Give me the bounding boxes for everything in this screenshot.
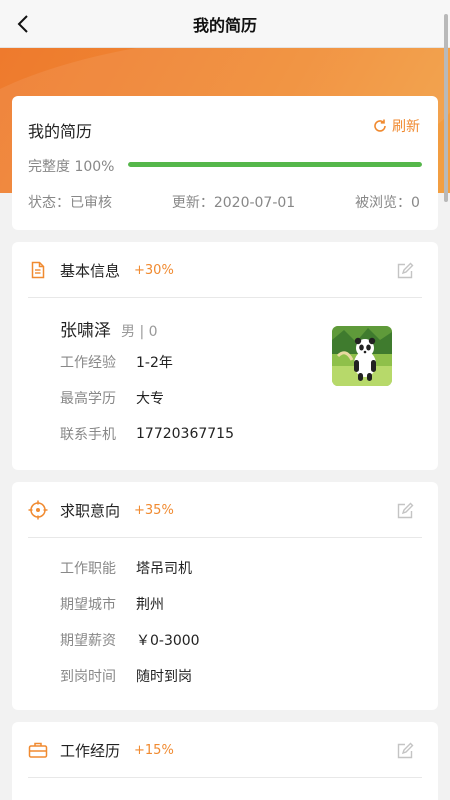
chevron-left-icon [17,15,28,33]
briefcase-icon [28,740,48,760]
field-value: 1-2年 [136,355,173,371]
field-row: 到岗时间 随时到岗 [60,666,192,686]
field-label: 工作经验 [60,355,116,371]
job-intent-card: 求职意向 +35% 工作职能 塔吊司机 期望城市 荆州 期望薪资 ￥0-3000… [12,482,438,710]
basic-info-title: 基本信息 [60,261,121,280]
candidate-name: 张啸泽 [60,321,111,341]
field-label: 最高学历 [60,391,116,407]
document-icon [28,260,48,280]
updated-text: 更新：2020-07-01 [171,195,296,211]
field-value: 大专 [136,391,164,407]
refresh-button[interactable]: 刷新 [372,116,420,136]
work-experience-title: 工作经历 [60,741,121,760]
field-value: 随时到岗 [136,669,192,685]
work-experience-card: 工作经历 +15% [12,722,438,800]
field-value: 17720367715 [136,426,234,442]
candidate-gender-age: 男 | 0 [121,324,158,340]
edit-icon[interactable] [396,742,414,760]
field-value: ￥0-3000 [136,633,200,649]
field-row: 工作职能 塔吊司机 [60,558,192,578]
edit-icon[interactable] [396,502,414,520]
views-text: 被浏览：0 [355,195,420,211]
field-value: 荆州 [136,597,164,613]
scrollbar[interactable] [444,14,448,202]
avatar[interactable] [332,326,392,386]
job-intent-header: 求职意向 +35% [12,482,438,538]
completeness-progress-bar [128,162,422,167]
back-button[interactable] [10,10,38,38]
field-label: 到岗时间 [60,669,116,685]
completeness-label: 完整度 100% [28,159,115,175]
work-experience-header: 工作经历 +15% [12,722,438,778]
summary-stats: 状态：已审核 更新：2020-07-01 被浏览：0 [28,192,420,212]
field-label: 工作职能 [60,561,116,577]
target-icon [28,500,48,520]
refresh-label: 刷新 [392,119,420,135]
field-row: 工作经验 1-2年 [60,352,173,372]
field-label: 期望城市 [60,597,116,613]
section-divider [28,297,422,298]
work-experience-percent: +15% [134,742,174,758]
field-value: 塔吊司机 [136,561,192,577]
job-intent-percent: +35% [134,502,174,518]
basic-info-header: 基本信息 +30% [12,242,438,298]
section-divider [28,777,422,778]
section-divider [28,537,422,538]
field-label: 联系手机 [60,427,116,443]
field-row: 最高学历 大专 [60,388,164,408]
refresh-icon [374,119,386,132]
basic-info-percent: +30% [134,262,174,278]
candidate-name-row: 张啸泽 男 | 0 [60,316,158,341]
progress-fill [128,162,422,167]
status-text: 状态：已审核 [28,195,112,211]
field-label: 期望薪资 [60,633,116,649]
page-title: 我的简历 [192,15,257,35]
top-nav-bar: 我的简历 [0,0,450,48]
job-intent-title: 求职意向 [60,501,121,520]
field-row: 联系手机 17720367715 [60,424,234,444]
resume-summary-card: 我的简历 刷新 完整度 100% 状态：已审核 更新：2020-07-01 被浏… [12,96,438,230]
edit-icon[interactable] [396,262,414,280]
summary-title: 我的简历 [28,122,93,141]
basic-info-card: 基本信息 +30% 张啸泽 男 | 0 工作经验 1-2年 最高学历 大专 联系… [12,242,438,470]
field-row: 期望城市 荆州 [60,594,164,614]
field-row: 期望薪资 ￥0-3000 [60,630,200,650]
